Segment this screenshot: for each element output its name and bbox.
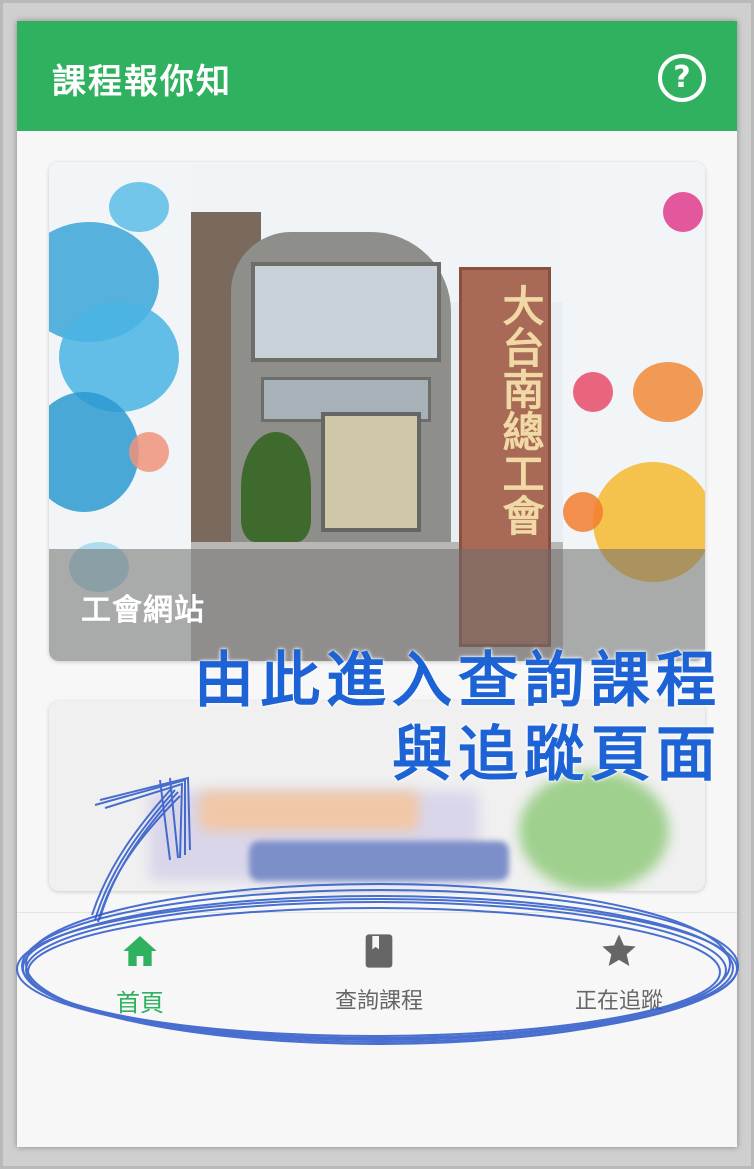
union-website-card[interactable]: 大台南總工會 工會網站	[49, 162, 705, 661]
app-title: 課程報你知	[52, 62, 232, 102]
bottom-navigation: 首頁 查詢課程 正在追蹤	[17, 912, 737, 1147]
app-screen: 課程報你知 ? 大台南總工會 工會網站 首頁 查詢課程 正在追蹤	[17, 21, 737, 1147]
union-sign-text: 大台南總工會	[496, 284, 545, 536]
nav-home-label: 首頁	[116, 989, 164, 1017]
instruction-annotation: 由此進入查詢課程 與追蹤頁面	[194, 644, 722, 792]
star-icon	[602, 934, 636, 966]
nav-following-label: 正在追蹤	[574, 989, 663, 1014]
book-icon	[365, 934, 393, 968]
nav-search-courses[interactable]: 查詢課程	[289, 931, 469, 1015]
nav-home[interactable]: 首頁	[50, 931, 230, 1018]
annotation-line-1: 由此進入查詢課程	[194, 646, 722, 716]
app-bar: 課程報你知 ?	[17, 21, 737, 131]
help-icon[interactable]: ?	[658, 54, 706, 102]
nav-following[interactable]: 正在追蹤	[529, 931, 709, 1015]
home-icon	[123, 936, 157, 966]
annotation-line-2: 與追蹤頁面	[392, 720, 722, 790]
nav-search-label: 查詢課程	[334, 989, 423, 1014]
card-caption: 工會網站	[81, 593, 205, 628]
